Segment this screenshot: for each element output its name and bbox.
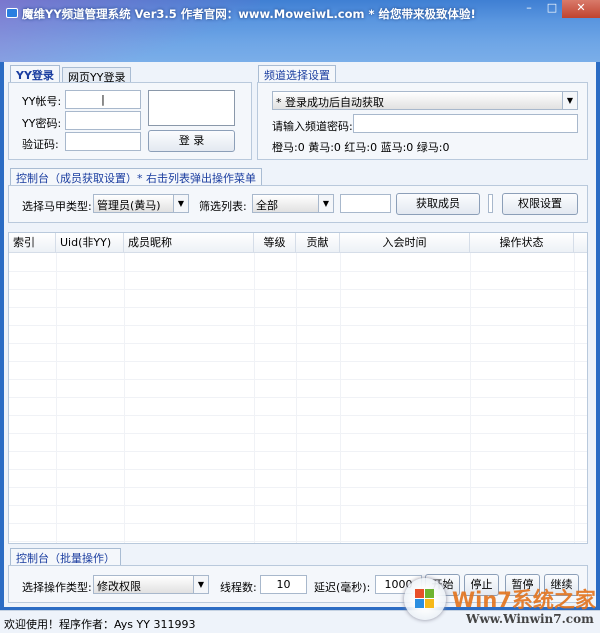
column-gridline xyxy=(340,253,341,543)
status-text: 欢迎使用！程序作者：Ays YY 311993 xyxy=(4,618,196,631)
column-header-status[interactable]: 操作状态 xyxy=(470,233,574,253)
column-header-nickname[interactable]: 成员昵称 xyxy=(124,233,254,253)
progress-indicator xyxy=(488,194,493,213)
table-header: 索引 Uid(非YY) 成员昵称 等级 贡献 入会时间 操作状态 xyxy=(9,233,587,253)
captcha-input[interactable] xyxy=(65,132,141,151)
column-gridline xyxy=(296,253,297,543)
operation-type-value: 修改权限 xyxy=(97,580,141,593)
permission-settings-button[interactable]: 权限设置 xyxy=(502,193,578,215)
vest-type-label: 选择马甲类型: xyxy=(22,200,92,213)
column-header-uid[interactable]: Uid(非YY) xyxy=(56,233,124,253)
row-gridline xyxy=(9,469,587,470)
column-gridline xyxy=(56,253,57,543)
row-gridline xyxy=(9,271,587,272)
get-members-button[interactable]: 获取成员 xyxy=(396,193,480,215)
row-gridline xyxy=(9,307,587,308)
row-gridline xyxy=(9,451,587,452)
row-gridline xyxy=(9,325,587,326)
chevron-down-icon: ▼ xyxy=(193,576,208,593)
vest-type-value: 管理员(黄马) xyxy=(97,199,161,212)
filter-label: 筛选列表: xyxy=(199,200,247,213)
minimize-button[interactable]: – xyxy=(516,0,542,18)
column-gridline xyxy=(124,253,125,543)
row-gridline xyxy=(9,415,587,416)
tab-yy-login[interactable]: YY登录 xyxy=(10,65,60,83)
password-label: YY密码: xyxy=(22,117,62,130)
tab-control-batch[interactable]: 控制台（批量操作） xyxy=(10,548,121,566)
watermark-brand: Win7系统之家 xyxy=(452,588,596,612)
row-gridline xyxy=(9,343,587,344)
column-header-index[interactable]: 索引 xyxy=(9,233,56,253)
channel-password-label: 请输入频道密码: xyxy=(272,120,353,133)
tab-control-members[interactable]: 控制台（成员获取设置）* 右击列表弹出操作菜单 xyxy=(10,168,262,186)
channel-password-input[interactable] xyxy=(353,114,578,133)
tab-channel-settings[interactable]: 频道选择设置 xyxy=(258,65,336,83)
filter-input[interactable] xyxy=(340,194,391,213)
app-icon xyxy=(6,8,18,18)
row-gridline xyxy=(9,289,587,290)
row-gridline xyxy=(9,541,587,542)
account-label: YY帐号: xyxy=(22,95,62,108)
vest-counts: 橙马:0 黄马:0 红马:0 蓝马:0 绿马:0 xyxy=(272,141,450,154)
login-button[interactable]: 登 录 xyxy=(148,130,235,152)
column-gridline xyxy=(574,253,575,543)
row-gridline xyxy=(9,487,587,488)
account-input[interactable]: | xyxy=(65,90,141,109)
chevron-down-icon: ▼ xyxy=(562,92,577,109)
chevron-down-icon: ▼ xyxy=(173,195,188,212)
row-gridline xyxy=(9,361,587,362)
operation-type-label: 选择操作类型: xyxy=(22,581,92,594)
row-gridline xyxy=(9,505,587,506)
password-input[interactable] xyxy=(65,111,141,130)
delay-label: 延迟(毫秒): xyxy=(314,581,371,594)
tab-web-yy-login[interactable]: 网页YY登录 xyxy=(62,67,132,84)
column-header-contribution[interactable]: 贡献 xyxy=(296,233,340,253)
column-gridline xyxy=(254,253,255,543)
watermark-url: Www.Winwin7.com xyxy=(466,612,594,626)
row-gridline xyxy=(9,397,587,398)
row-gridline xyxy=(9,523,587,524)
column-header-join-time[interactable]: 入会时间 xyxy=(340,233,470,253)
threads-label: 线程数: xyxy=(220,581,257,594)
maximize-button[interactable]: □ xyxy=(542,0,562,18)
filter-select[interactable]: 全部 ▼ xyxy=(252,194,334,213)
row-gridline xyxy=(9,379,587,380)
threads-input[interactable]: 10 xyxy=(260,575,307,594)
column-header-level[interactable]: 等级 xyxy=(254,233,296,253)
windows-logo-icon xyxy=(404,578,446,620)
channel-select-value: * 登录成功后自动获取 xyxy=(276,96,384,109)
channel-select[interactable]: * 登录成功后自动获取 ▼ xyxy=(272,91,578,110)
vest-type-select[interactable]: 管理员(黄马) ▼ xyxy=(93,194,189,213)
operation-type-select[interactable]: 修改权限 ▼ xyxy=(93,575,209,594)
filter-value: 全部 xyxy=(256,199,278,212)
column-gridline xyxy=(470,253,471,543)
close-button[interactable]: ✕ xyxy=(562,0,600,18)
member-table[interactable]: 索引 Uid(非YY) 成员昵称 等级 贡献 入会时间 操作状态 xyxy=(8,232,588,544)
chevron-down-icon: ▼ xyxy=(318,195,333,212)
window-title: 魔维YY频道管理系统 Ver3.5 作者官网：www.MoweiwL.com *… xyxy=(22,7,476,21)
captcha-label: 验证码: xyxy=(22,138,59,151)
captcha-image xyxy=(148,90,235,126)
row-gridline xyxy=(9,433,587,434)
